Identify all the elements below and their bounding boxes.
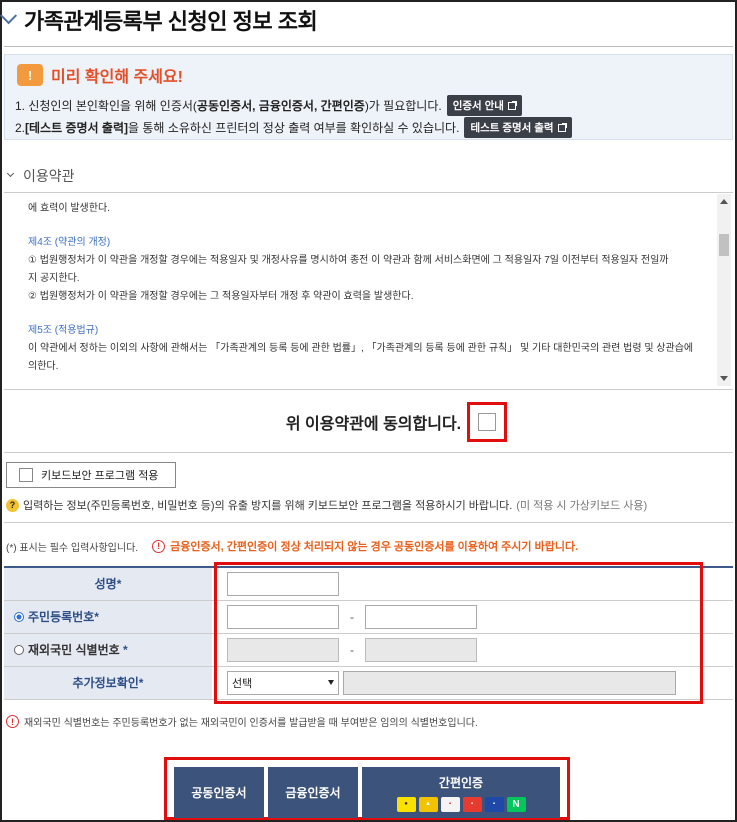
rrn-label[interactable]: 주민등록번호* <box>4 600 212 634</box>
notice-line-1-suffix: )가 필요합니다. <box>364 99 442 113</box>
terms-agree-checkbox[interactable] <box>478 413 497 431</box>
keyboard-security-toggle[interactable]: 키보드보안 프로그램 적용 <box>6 462 176 488</box>
highlight-box <box>467 402 508 442</box>
extra-info-label: 추가정보확인* <box>4 666 212 700</box>
foreign-id-note: ! 재외국민 식별번호는 주민등록번호가 없는 재외국민이 인증서를 발급받을 … <box>6 714 478 729</box>
notice-box: ! 미리 확인해 주세요! 1. 신청인의 본인확인을 위해 인증서( 공동인증… <box>4 54 733 140</box>
test-print-button[interactable]: 테스트 증명서 출력 <box>464 117 572 138</box>
required-note: (*) 표시는 필수 입력사항입니다. <box>6 542 139 554</box>
financial-cert-button[interactable]: 금융인증서 <box>268 767 358 818</box>
scrollbar-thumb[interactable] <box>719 234 729 256</box>
joint-cert-button-label: 공동인증서 <box>191 786 247 800</box>
keyboard-info-text: 입력하는 정보(주민등록번호, 비밀번호 등)의 유출 방지를 위해 키보드보안… <box>23 500 513 512</box>
terms-section-title: 이용약관 <box>6 166 75 186</box>
terms-agree-label: 위 이용약관에 동의합니다. <box>285 416 462 433</box>
divider <box>4 522 733 523</box>
divider <box>4 452 733 453</box>
joint-cert-button[interactable]: 공동인증서 <box>174 767 264 818</box>
notice-line-2-bold: [테스트 증명서 출력] <box>25 121 128 135</box>
terms-article-heading: 제5조 (적용법규) <box>28 325 99 336</box>
terms-line: 지 공지한다. <box>28 273 80 284</box>
easy-auth-button-label: 간편인증 <box>438 775 484 790</box>
terms-article-heading: 제4조 (약관의 개정) <box>28 237 111 248</box>
notice-line-1-bold: 공동인증서, 금융인증서, 간편인증 <box>196 99 365 113</box>
cert-warning: ! 금융인증서, 간편인증이 정상 처리되지 않는 경우 공동인증서를 이용하여… <box>152 538 578 554</box>
required-star: * <box>123 643 128 657</box>
terms-line: ① 법원행정처가 이 약관을 개정할 경우에는 적용일자 및 개정사유를 명시하… <box>28 255 669 266</box>
required-star: * <box>116 577 122 592</box>
test-print-button-label: 테스트 증명서 출력 <box>470 122 554 134</box>
required-note-row: (*) 표시는 필수 입력사항입니다. ! 금융인증서, 간편인증이 정상 처리… <box>6 538 578 554</box>
terms-content: 에 효력이 발생한다. 제4조 (약관의 개정) ① 법원행정처가 이 약관을 … <box>28 200 707 376</box>
page-title: 가족관계등록부 신청인 정보 조회 <box>0 4 318 36</box>
terms-line: 이 약관에서 정하는 이외의 사항에 관해서는 「가족관계의 등록 등에 관한 … <box>28 343 694 354</box>
terms-line: ② 법원행정처가 이 약관을 개정할 경우에는 그 적용일자부터 개정 후 약관… <box>28 291 414 302</box>
terms-section-title-text: 이용약관 <box>23 168 75 184</box>
payco-icon: ▪ <box>440 796 460 812</box>
foreign-id-label[interactable]: 재외국민 식별번호 * <box>4 633 212 667</box>
notice-heading: ! 미리 확인해 주세요! <box>17 63 183 87</box>
easy-auth-logos: ● ▲ ▪ ▪ ▪ N <box>396 796 526 812</box>
external-link-icon <box>557 122 567 132</box>
terms-scroll-box[interactable]: 에 효력이 발생한다. 제4조 (약관의 개정) ① 법원행정처가 이 약관을 … <box>4 192 733 390</box>
cert-guide-button[interactable]: 인증서 안내 <box>446 95 522 116</box>
easy-auth-button[interactable]: 간편인증 ● ▲ ▪ ▪ ▪ N <box>362 767 560 818</box>
notice-line-2-prefix: 2. <box>15 120 26 135</box>
highlight-box <box>214 562 703 704</box>
rrn-label-text: 주민등록번호 <box>28 610 95 624</box>
name-label: 성명* <box>4 567 212 601</box>
terms-line: 의한다. <box>28 361 59 372</box>
notice-line-2-suffix: 을 통해 소유하신 프린터의 정상 출력 여부를 확인하실 수 있습니다. <box>128 121 460 135</box>
foreign-id-label-text: 재외국민 식별번호 <box>28 643 120 657</box>
name-label-text: 성명 <box>94 577 117 592</box>
scroll-up-arrow-icon[interactable] <box>720 199 728 204</box>
foreign-id-note-text: 재외국민 식별번호는 주민등록번호가 없는 재외국민이 인증서를 발급받을 때 … <box>24 718 478 729</box>
question-icon: ? <box>6 498 19 512</box>
keyboard-security-checkbox[interactable] <box>19 468 33 482</box>
extra-info-label-text: 추가정보확인 <box>72 676 139 690</box>
financial-cert-button-label: 금융인증서 <box>285 786 341 800</box>
divider <box>4 46 733 47</box>
rrn-radio[interactable] <box>14 612 24 622</box>
notice-line-2: 2. [테스트 증명서 출력] 을 통해 소유하신 프린터의 정상 출력 여부를… <box>15 117 572 138</box>
kakao-icon: ● <box>396 796 416 812</box>
terms-line: 에 효력이 발생한다. <box>28 203 110 214</box>
keyboard-info: ? 입력하는 정보(주민등록번호, 비밀번호 등)의 유출 방지를 위해 키보드… <box>6 497 647 513</box>
terms-scrollbar[interactable] <box>717 194 731 386</box>
alert-icon: ! <box>152 539 166 553</box>
notice-line-1-prefix: 1. 신청인의 본인확인을 위해 인증서( <box>15 99 197 113</box>
notice-heading-text: 미리 확인해 주세요! <box>51 69 183 86</box>
naver-icon: N <box>506 796 526 812</box>
toss-icon: ▲ <box>418 796 438 812</box>
required-star: * <box>94 610 99 624</box>
page-title-text: 가족관계등록부 신청인 정보 조회 <box>24 9 318 34</box>
pass-icon: ▪ <box>462 796 482 812</box>
alert-icon: ! <box>6 715 19 728</box>
cert-guide-button-label: 인증서 안내 <box>452 100 504 112</box>
cert-warning-text: 금융인증서, 간편인증이 정상 처리되지 않는 경우 공동인증서를 이용하여 주… <box>170 541 579 553</box>
foreign-id-radio[interactable] <box>14 645 24 655</box>
external-link-icon <box>507 100 517 110</box>
megaphone-icon: ! <box>17 64 43 86</box>
section-chevron-icon <box>6 169 15 177</box>
keyboard-info-gray: (미 적용 시 가상키보드 사용) <box>516 500 648 512</box>
required-star: * <box>138 676 144 690</box>
keyboard-security-label: 키보드보안 프로그램 적용 <box>41 470 159 482</box>
terms-agree-row: 위 이용약관에 동의합니다. <box>0 402 737 442</box>
notice-line-1: 1. 신청인의 본인확인을 위해 인증서( 공동인증서, 금융인증서, 간편인증… <box>15 95 522 116</box>
scroll-down-arrow-icon[interactable] <box>720 376 728 381</box>
samsung-pass-icon: ▪ <box>484 796 504 812</box>
